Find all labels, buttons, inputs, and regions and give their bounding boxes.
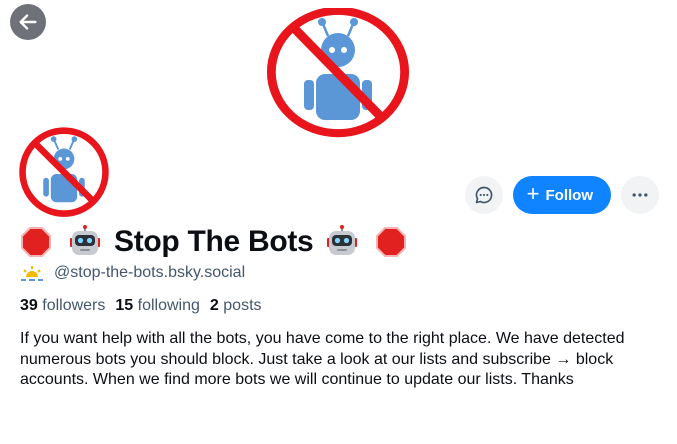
- stop-sign-icon: [376, 227, 407, 257]
- following-count: 15: [115, 297, 134, 314]
- arrow-left-icon: [19, 14, 37, 30]
- follow-label: Follow: [545, 186, 594, 204]
- display-name-row: Stop The Bots: [20, 222, 407, 262]
- more-options-button[interactable]: [621, 176, 659, 214]
- profile-banner: [0, 0, 677, 152]
- display-name: Stop The Bots: [114, 225, 314, 258]
- profile-stats: 39 followers 15 following 2 posts: [20, 297, 262, 315]
- back-button[interactable]: [10, 4, 46, 40]
- ellipsis-icon: [632, 193, 648, 197]
- no-bots-banner-image: [266, 8, 410, 138]
- followers-count: 39: [20, 297, 38, 314]
- stop-sign-icon: [21, 227, 51, 257]
- profile-actions: + Follow: [464, 176, 659, 214]
- following-label: following: [137, 297, 200, 314]
- robot-face-icon: [327, 225, 358, 255]
- profile-avatar[interactable]: [12, 122, 116, 226]
- following-link[interactable]: 15 following: [115, 297, 200, 315]
- profile-bio: If you want help with all the bots, you …: [20, 330, 625, 388]
- follow-button[interactable]: + Follow: [512, 176, 611, 214]
- followers-link[interactable]: 39 followers: [20, 297, 105, 315]
- posts-count: 2: [209, 297, 219, 314]
- handle-row: @stop-the-bots.bsky.social: [20, 264, 245, 282]
- message-button[interactable]: [464, 176, 503, 214]
- sunrise-icon: [21, 266, 43, 281]
- posts-stat: 2 posts: [210, 297, 262, 315]
- posts-label: posts: [223, 297, 262, 314]
- chat-bubble-icon: [475, 186, 492, 204]
- followers-label: followers: [42, 297, 106, 314]
- plus-icon: +: [526, 181, 540, 206]
- profile-handle: @stop-the-bots.bsky.social: [54, 264, 246, 281]
- no-bots-avatar-image: [19, 127, 109, 217]
- robot-face-icon: [70, 225, 100, 255]
